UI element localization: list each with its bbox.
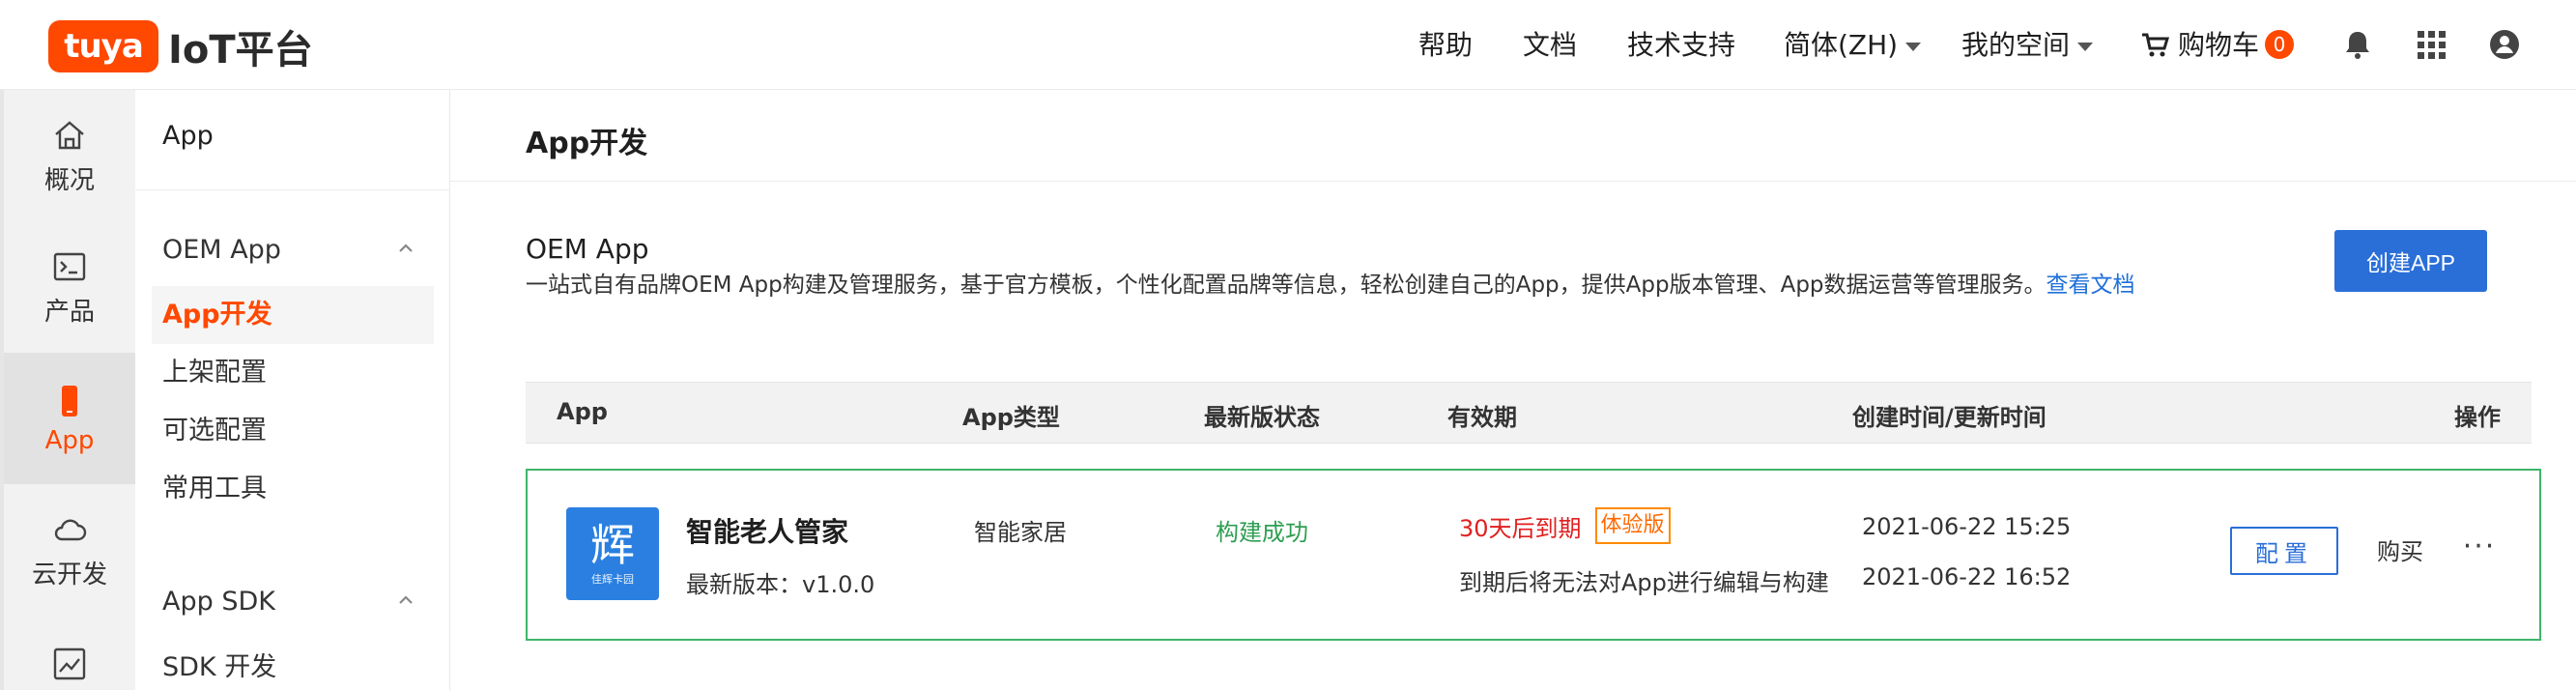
bell-icon[interactable] xyxy=(2340,27,2375,62)
docs-link[interactable]: 查看文档 xyxy=(2046,273,2135,298)
page-title: App开发 xyxy=(526,127,648,160)
nav-cart[interactable]: 购物车 0 xyxy=(2141,28,2295,63)
apps-grid-icon[interactable] xyxy=(2414,27,2448,62)
column-header-time: 创建时间/更新时间 xyxy=(1852,404,2046,431)
section-description: 一站式自有品牌OEM App构建及管理服务，基于官方模板，个性化配置品牌等信息，… xyxy=(526,268,2149,302)
workspace-label: 我的空间 xyxy=(1961,29,2071,61)
logo[interactable]: tuya IoT平台 xyxy=(48,19,313,73)
app-icon-glyph: 辉 xyxy=(590,519,635,571)
app-type: 智能家居 xyxy=(974,519,1067,546)
submenu-item-tools[interactable]: 常用工具 xyxy=(152,460,434,518)
top-bar: tuya IoT平台 帮助 文档 技术支持 简体(ZH) 我的空间 购物车 0 xyxy=(0,0,2576,90)
updated-time: 2021-06-22 16:52 xyxy=(1862,563,2072,590)
nav-help[interactable]: 帮助 xyxy=(1418,28,1473,63)
submenu-item-sdk-dev[interactable]: SDK 开发 xyxy=(152,639,434,690)
rail-label: 产品 xyxy=(43,297,95,327)
column-header-type: App类型 xyxy=(962,404,1060,431)
app-icon-caption: 佳辉卡园 xyxy=(591,573,634,586)
create-app-button[interactable]: 创建APP xyxy=(2334,230,2487,292)
rail-item-products[interactable]: 产品 xyxy=(4,221,135,353)
expiry: 30天后到期 体验版 xyxy=(1459,507,1671,544)
home-icon xyxy=(55,120,84,149)
main-content: App开发 OEM App 一站式自有品牌OEM App构建及管理服务，基于官方… xyxy=(450,90,2576,690)
config-button[interactable]: 配置 xyxy=(2230,527,2338,575)
table-row: 辉 佳辉卡园 智能老人管家 最新版本：v1.0.0 智能家居 构建成功 30天后… xyxy=(526,469,2541,641)
language-label: 简体(ZH) xyxy=(1784,29,1899,61)
submenu-item-listing-config[interactable]: 上架配置 xyxy=(152,344,434,402)
chevron-up-icon[interactable] xyxy=(398,241,414,256)
column-header-validity: 有效期 xyxy=(1447,404,1517,431)
section-title: OEM App xyxy=(526,233,649,265)
app-version: 最新版本：v1.0.0 xyxy=(686,571,875,598)
cart-icon xyxy=(2142,33,2170,57)
user-icon[interactable] xyxy=(2487,27,2522,62)
submenu-group-app-sdk[interactable]: App SDK xyxy=(162,587,275,617)
expiry-note: 到期后将无法对App进行编辑与构建 xyxy=(1459,569,1829,596)
nav-workspace[interactable]: 我的空间 xyxy=(1961,28,2094,63)
nav-support[interactable]: 技术支持 xyxy=(1627,28,1735,63)
chart-icon xyxy=(53,647,86,680)
nav-language[interactable]: 简体(ZH) xyxy=(1784,28,1922,63)
platform-name: IoT平台 xyxy=(168,28,313,72)
column-header-actions: 操作 xyxy=(2454,404,2501,431)
phone-icon xyxy=(62,386,77,417)
tuya-logo: tuya xyxy=(48,20,158,72)
buy-link[interactable]: 购买 xyxy=(2377,532,2423,566)
build-status: 构建成功 xyxy=(1216,519,1308,546)
divider xyxy=(135,189,450,190)
created-time: 2021-06-22 15:25 xyxy=(1862,513,2072,540)
rail-label: 云开发 xyxy=(31,560,107,589)
terminal-icon xyxy=(53,252,86,280)
app-name: 智能老人管家 xyxy=(686,516,849,548)
rail-label: 概况 xyxy=(43,165,95,195)
cart-label: 购物车 xyxy=(2178,29,2260,61)
cart-count-badge: 0 xyxy=(2265,30,2295,59)
description-text: 一站式自有品牌OEM App构建及管理服务，基于官方模板，个性化配置品牌等信息，… xyxy=(526,273,2046,298)
submenu-item-app-dev[interactable]: App开发 xyxy=(152,286,434,344)
column-header-status: 最新版状态 xyxy=(1204,404,1320,431)
more-options-icon[interactable]: ··· xyxy=(2460,527,2499,565)
chevron-down-icon xyxy=(1905,42,1922,51)
app-icon: 辉 佳辉卡园 xyxy=(566,507,659,600)
rail-item-analytics[interactable] xyxy=(4,645,135,690)
divider xyxy=(450,181,2576,182)
submenu-item-optional-config[interactable]: 可选配置 xyxy=(152,402,434,460)
rail-item-overview[interactable]: 概况 xyxy=(4,90,135,221)
chevron-up-icon[interactable] xyxy=(398,592,414,608)
left-rail: 概况 产品 App 云开发 xyxy=(0,90,135,690)
nav-docs[interactable]: 文档 xyxy=(1523,28,1577,63)
rail-label: App xyxy=(44,426,95,455)
sub-menu: App OEM App App开发 上架配置 可选配置 常用工具 App SDK… xyxy=(135,90,450,690)
expiry-text: 30天后到期 xyxy=(1459,514,1582,542)
cloud-icon xyxy=(54,519,87,540)
chevron-down-icon xyxy=(2077,42,2094,51)
trial-version-badge: 体验版 xyxy=(1594,507,1671,544)
column-header-app: App xyxy=(557,398,608,425)
submenu-title: App xyxy=(162,121,214,151)
submenu-group-oem-app[interactable]: OEM App xyxy=(162,235,281,265)
rail-item-cloud[interactable]: 云开发 xyxy=(4,484,135,616)
table-header: App App类型 最新版状态 有效期 创建时间/更新时间 操作 xyxy=(526,382,2532,444)
rail-item-app[interactable]: App xyxy=(4,353,135,484)
